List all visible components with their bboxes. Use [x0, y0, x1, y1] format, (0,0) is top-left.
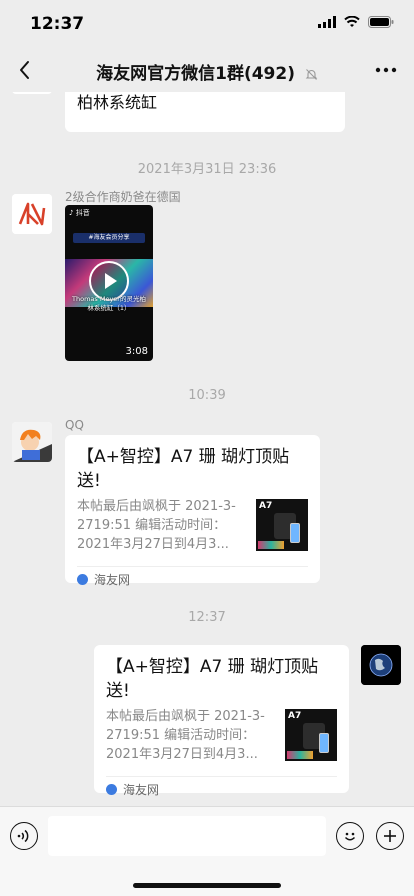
- video-tag: #海友会员分享: [73, 233, 145, 243]
- avatar[interactable]: [12, 194, 52, 234]
- status-time: 12:37: [30, 14, 85, 34]
- emoji-icon: [344, 832, 356, 841]
- card-source-name: 海友网: [123, 783, 160, 797]
- card-source-name: 海友网: [94, 573, 131, 587]
- sender-name: 2级合作商奶爸在德国: [65, 190, 181, 204]
- timestamp: 2021年3月31日 23:36: [137, 162, 277, 177]
- video-message[interactable]: ♪ 抖音 #海友会员分享 Thomas Meyer的灵光柏林系统缸（1） 3:0…: [65, 205, 153, 361]
- brand-logo-icon: [12, 194, 52, 234]
- emoji-button[interactable]: [336, 822, 364, 850]
- card-title: 【A+智控】A7 珊 瑚灯顶贴送!: [77, 447, 290, 491]
- card-thumbnail: A7: [256, 499, 308, 551]
- card-description: 本帖最后由飒枫于 2021-3-2719:51 编辑活动时间：2021年3月27…: [106, 709, 265, 762]
- more-plus-button[interactable]: [376, 822, 404, 850]
- message-input[interactable]: [48, 816, 326, 856]
- link-card[interactable]: 【A+智控】A7 珊 瑚灯顶贴送! 本帖最后由飒枫于 2021-3-2719:5…: [94, 645, 349, 797]
- battery-icon: [368, 16, 394, 28]
- card-thumbnail: A7: [285, 709, 337, 761]
- chat-title-text: 海友网官方微信1群(492): [96, 64, 295, 84]
- card-title: 【A+智控】A7 珊 瑚灯顶贴送!: [106, 657, 319, 701]
- thumb-label: A7: [259, 501, 273, 511]
- wifi-icon: [344, 16, 360, 27]
- timestamp: 10:39: [188, 388, 226, 403]
- thumb-label: A7: [288, 711, 302, 721]
- card-description: 本帖最后由飒枫于 2021-3-2719:51 编辑活动时间：2021年3月27…: [77, 499, 236, 552]
- video-subtitle: Thomas Meyer的灵光柏林系统缸（1）: [72, 295, 146, 312]
- source-app-icon: [106, 784, 117, 795]
- sender-name: QQ: [65, 418, 84, 432]
- signal-icon: [318, 16, 336, 28]
- card-source: 海友网: [77, 566, 308, 592]
- voice-icon: [17, 829, 29, 843]
- link-card[interactable]: 【A+智控】A7 珊 瑚灯顶贴送! 本帖最后由飒枫于 2021-3-2719:5…: [65, 435, 320, 587]
- card-body: 本帖最后由飒枫于 2021-3-2719:51 编辑活动时间：2021年3月27…: [77, 497, 308, 554]
- my-avatar[interactable]: [361, 645, 401, 685]
- card-body: 本帖最后由飒枫于 2021-3-2719:51 编辑活动时间：2021年3月27…: [106, 707, 337, 764]
- mute-bell-icon: [305, 68, 318, 80]
- status-icons: [318, 16, 394, 28]
- earth-avatar-icon: [361, 645, 401, 685]
- more-icon[interactable]: [372, 58, 400, 82]
- cartoon-avatar-icon: [12, 422, 52, 462]
- input-bar: [0, 806, 414, 896]
- status-bar: 12:37: [0, 0, 414, 48]
- tiktok-icon: ♪: [69, 209, 74, 217]
- thumb-phone-icon: [319, 733, 329, 753]
- home-indicator: [133, 883, 281, 888]
- plus-icon: [384, 830, 396, 842]
- video-duration: 3:08: [125, 346, 148, 357]
- voice-button[interactable]: [10, 822, 38, 850]
- card-source: 海友网: [106, 776, 337, 802]
- chat-area[interactable]: 德国大神 Thomas Meyer 的灵光柏林系统缸 2021年3月31日 23…: [0, 92, 414, 806]
- thumb-coral-strip: [258, 541, 284, 549]
- avatar[interactable]: [12, 92, 52, 94]
- thumb-coral-strip: [287, 751, 313, 759]
- message-text: 德国大神 Thomas Meyer 的灵光柏林系统缸: [77, 93, 158, 112]
- source-app-icon: [77, 574, 88, 585]
- message-bubble[interactable]: 德国大神 Thomas Meyer 的灵光柏林系统缸: [65, 92, 345, 132]
- video-app-label: ♪ 抖音: [69, 209, 90, 217]
- avatar[interactable]: [12, 422, 52, 462]
- thumb-phone-icon: [290, 523, 300, 543]
- chat-title: 海友网官方微信1群(492): [0, 59, 414, 84]
- timestamp: 12:37: [188, 610, 226, 625]
- nav-bar: 海友网官方微信1群(492): [0, 48, 414, 92]
